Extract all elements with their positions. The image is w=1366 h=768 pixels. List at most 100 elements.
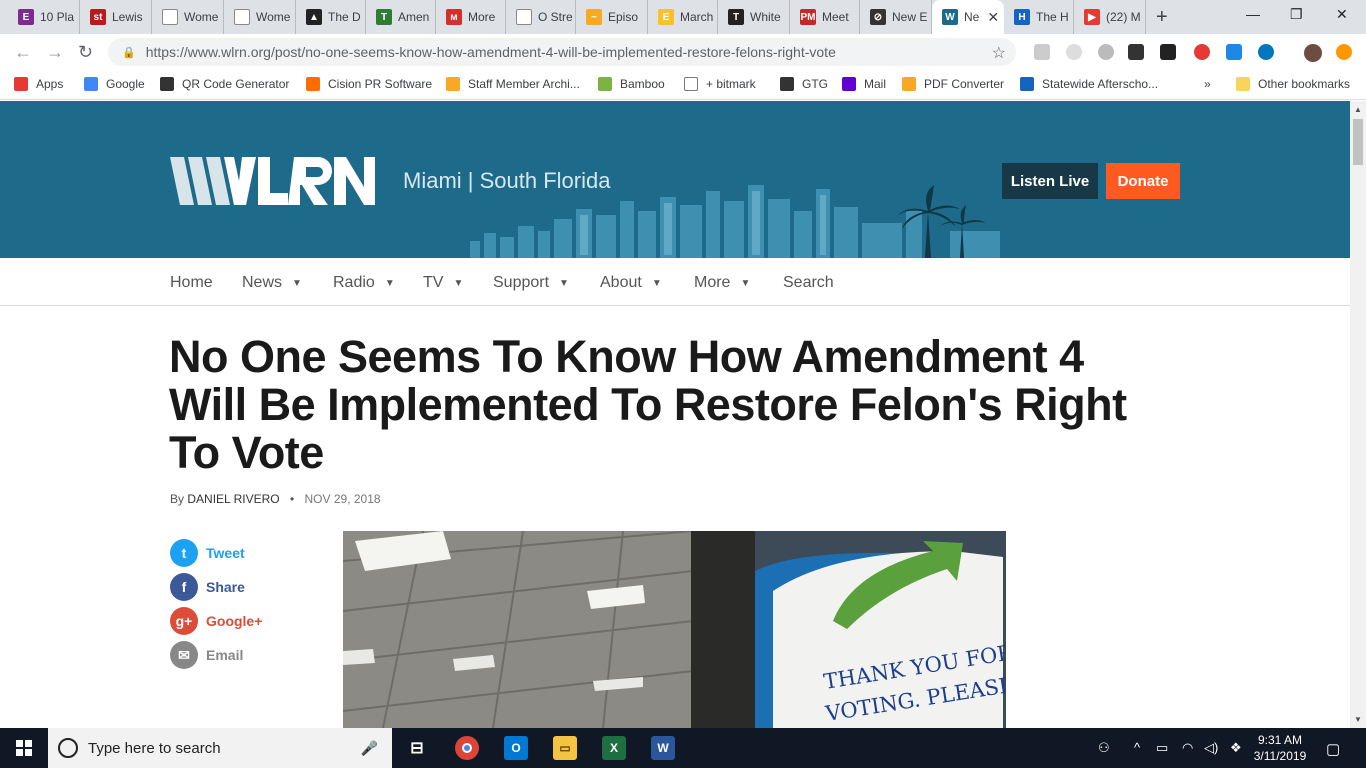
- extension-icon[interactable]: [1128, 44, 1144, 60]
- nav-label: TV: [423, 274, 444, 291]
- notifications-icon[interactable]: ▢: [1326, 740, 1340, 758]
- browser-tab[interactable]: ▲ The D: [296, 0, 366, 34]
- folder-icon: [1236, 77, 1250, 91]
- new-tab-button[interactable]: +: [1156, 6, 1168, 29]
- nav-item-search[interactable]: Search: [783, 274, 834, 292]
- nav-item-radio[interactable]: Radio ▼: [333, 274, 395, 292]
- browser-tab[interactable]: PM Meet: [790, 0, 860, 34]
- close-tab-icon[interactable]: ✕: [987, 9, 999, 26]
- bookmark-item[interactable]: Mail: [842, 77, 886, 91]
- chrome-icon[interactable]: [455, 736, 479, 760]
- tab-favicon: PM: [800, 9, 816, 25]
- scroll-down-icon[interactable]: ▼: [1354, 715, 1362, 724]
- wifi-icon[interactable]: ◠: [1182, 740, 1193, 756]
- bookmark-label: GTG: [802, 77, 828, 91]
- extension-icon[interactable]: [1336, 44, 1352, 60]
- bookmark-item[interactable]: GTG: [780, 77, 828, 91]
- search-placeholder: Type here to search: [88, 739, 221, 757]
- tab-title: 10 Pla: [40, 10, 75, 24]
- bookmark-item[interactable]: Statewide Afterscho...: [1020, 77, 1158, 91]
- system-clock[interactable]: 9:31 AM 3/11/2019: [1250, 732, 1310, 764]
- bookmarks-bar: Apps Google QR Code Generator Cision PR Sof…: [0, 70, 1366, 100]
- nav-item-home[interactable]: Home: [170, 274, 213, 292]
- browser-tab[interactable]: H The H: [1004, 0, 1074, 34]
- reload-button[interactable]: ↻: [78, 42, 93, 63]
- browser-tab[interactable]: E 10 Pla: [8, 0, 80, 34]
- share-google-plus[interactable]: g+ Google+: [170, 607, 262, 635]
- browser-tab[interactable]: ~ Episo: [576, 0, 648, 34]
- extension-icon[interactable]: [1160, 44, 1176, 60]
- nav-label: Search: [783, 274, 834, 291]
- nav-item-tv[interactable]: TV ▼: [423, 274, 463, 292]
- show-hidden-icons[interactable]: ^: [1134, 740, 1140, 755]
- tab-favicon: ⊘: [870, 9, 886, 25]
- author-link[interactable]: DANIEL RIVERO: [187, 492, 279, 506]
- minimize-button[interactable]: —: [1246, 6, 1260, 22]
- browser-tab[interactable]: ᴍ More: [436, 0, 506, 34]
- extension-icon[interactable]: [1258, 44, 1274, 60]
- people-icon[interactable]: ⚇: [1098, 740, 1110, 756]
- bookmark-item[interactable]: Cision PR Software: [306, 77, 432, 91]
- nav-item-news[interactable]: News ▼: [242, 274, 302, 292]
- listen-live-button[interactable]: Listen Live: [1002, 163, 1098, 199]
- clock-date: 3/11/2019: [1253, 749, 1307, 763]
- tab-title: Meet: [822, 10, 849, 24]
- outlook-icon[interactable]: O: [504, 736, 528, 760]
- extension-icon[interactable]: [1226, 44, 1242, 60]
- bookmark-item[interactable]: Apps: [14, 77, 63, 91]
- extension-icon[interactable]: [1066, 44, 1082, 60]
- volume-icon[interactable]: ◁): [1204, 740, 1218, 756]
- task-view-icon[interactable]: ⊟: [405, 736, 429, 760]
- page-scrollbar[interactable]: ▲ ▼: [1350, 101, 1366, 728]
- other-bookmarks[interactable]: Other bookmarks: [1236, 77, 1350, 91]
- donate-button[interactable]: Donate: [1106, 163, 1180, 199]
- excel-icon[interactable]: X: [602, 736, 626, 760]
- bookmark-item[interactable]: + bitmark: [684, 77, 756, 91]
- browser-tab[interactable]: T White: [718, 0, 790, 34]
- browser-tab[interactable]: W Ne ✕: [932, 0, 1004, 34]
- forward-button[interactable]: →: [46, 42, 64, 63]
- word-icon[interactable]: W: [651, 736, 675, 760]
- microphone-icon[interactable]: 🎤: [361, 740, 378, 757]
- browser-tab[interactable]: st Lewis: [80, 0, 152, 34]
- browser-tab[interactable]: E March: [648, 0, 718, 34]
- extension-icon[interactable]: [1098, 44, 1114, 60]
- maximize-button[interactable]: ❐: [1290, 6, 1303, 23]
- browser-tab[interactable]: T Amen: [366, 0, 436, 34]
- profile-avatar[interactable]: [1304, 44, 1322, 62]
- browser-tab[interactable]: ▶ (22) M: [1074, 0, 1146, 34]
- extension-icon[interactable]: [1034, 44, 1050, 60]
- bookmarks-overflow[interactable]: »: [1204, 77, 1211, 91]
- close-window-button[interactable]: ✕: [1336, 6, 1348, 23]
- browser-tab[interactable]: Wome: [152, 0, 224, 34]
- nav-item-more[interactable]: More ▼: [694, 274, 750, 292]
- nav-item-support[interactable]: Support ▼: [493, 274, 569, 292]
- scroll-up-icon[interactable]: ▲: [1354, 105, 1362, 114]
- browser-tab[interactable]: Wome: [224, 0, 296, 34]
- wlrn-logo[interactable]: [170, 155, 375, 207]
- share-email[interactable]: ✉ Email: [170, 641, 243, 669]
- bookmark-item[interactable]: Google: [84, 77, 145, 91]
- file-explorer-icon[interactable]: ▭: [553, 736, 577, 760]
- headline-line: No One Seems To Know How Amendment 4: [169, 331, 1084, 382]
- nav-item-about[interactable]: About ▼: [600, 274, 662, 292]
- bookmark-item[interactable]: Staff Member Archi...: [446, 77, 580, 91]
- back-button[interactable]: ←: [14, 42, 32, 63]
- address-bar[interactable]: 🔒 https://www.wlrn.org/post/no-one-seems…: [108, 38, 1016, 66]
- browser-tab[interactable]: O Stre: [506, 0, 576, 34]
- battery-icon[interactable]: ▭: [1156, 740, 1168, 756]
- article-byline: By DANIEL RIVERO • NOV 29, 2018: [170, 492, 381, 506]
- share-tweet[interactable]: t Tweet: [170, 539, 245, 567]
- dropbox-icon[interactable]: ❖: [1230, 740, 1242, 756]
- bookmark-star-icon[interactable]: ☆: [992, 43, 1006, 63]
- taskbar-search-box[interactable]: Type here to search 🎤: [48, 728, 392, 768]
- browser-tab[interactable]: ⊘ New E: [860, 0, 932, 34]
- gtg-icon: [780, 77, 794, 91]
- windows-start-icon[interactable]: [16, 740, 32, 756]
- extension-icon[interactable]: [1194, 44, 1210, 60]
- bookmark-item[interactable]: QR Code Generator: [160, 77, 289, 91]
- share-share[interactable]: f Share: [170, 573, 245, 601]
- scroll-thumb[interactable]: [1353, 119, 1363, 165]
- bookmark-item[interactable]: Bamboo: [598, 77, 665, 91]
- bookmark-item[interactable]: PDF Converter: [902, 77, 1004, 91]
